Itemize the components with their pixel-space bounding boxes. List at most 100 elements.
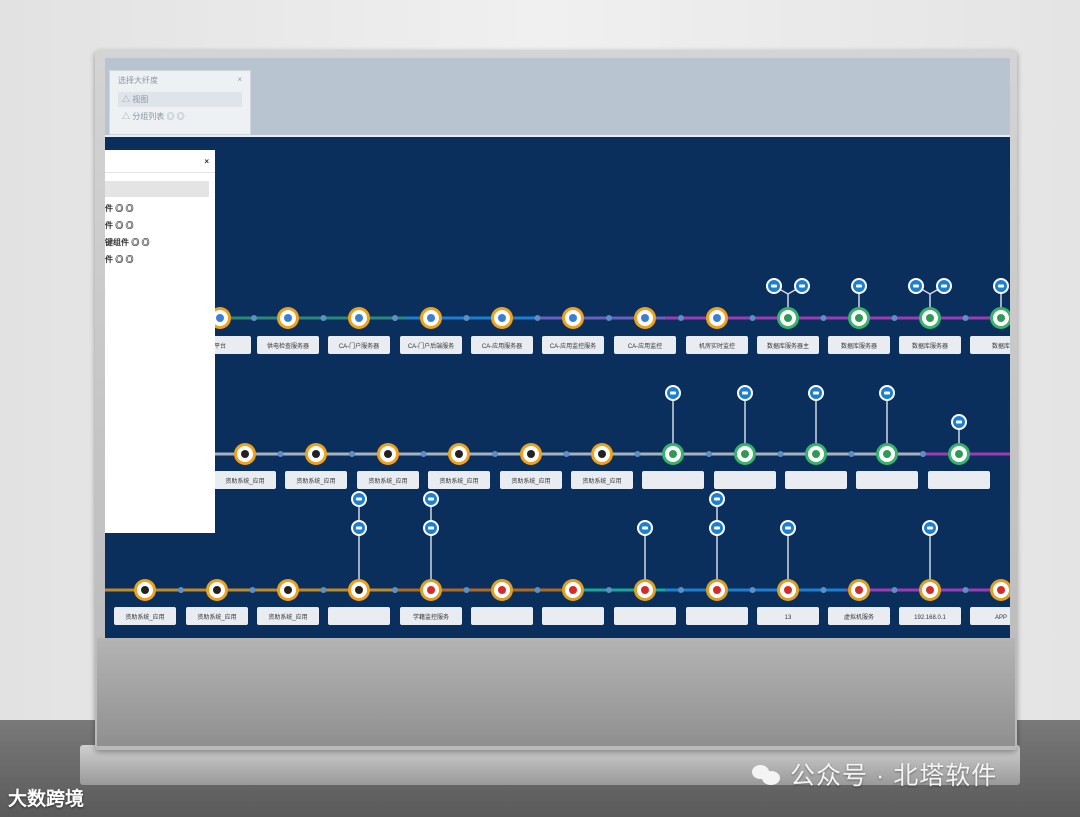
junction-dot [820,587,827,593]
node-label: 资助系统_应用 [197,613,236,621]
junction-dot [534,587,541,593]
junction-dot [492,451,498,457]
junction-dot [392,587,398,593]
device-icon [955,450,963,458]
leaf-node-icon [714,526,720,530]
device-icon [213,586,221,594]
node-label-box [614,607,676,625]
leaf-node-icon [742,391,748,395]
device-icon [926,314,934,322]
node-label-box [785,471,847,489]
topology-graph[interactable]: 平台 供电检查服务器 CA-门户服务器 CA-门户后端服务 CA-应用服务器 CA-应用监… [105,58,1010,638]
device-icon [855,314,863,322]
leaf-node-icon [356,497,362,501]
node-label: CA-门户后端服务 [408,342,454,350]
device-icon [713,586,721,594]
leaf-node-icon [884,391,890,395]
junction-dot [534,315,541,321]
junction-dot [777,451,784,457]
junction-dot [891,315,898,321]
topology-screen: 选择大纤度 × △ 视图 △ 分组列表 ◎ ◎ 平台 供电检查服务器 CA-门户服务… [105,58,1010,638]
node-label: CA-门户服务器 [339,342,379,350]
node-label: 数据库服务器 [841,342,877,350]
node-label: 资助系统_应用 [368,477,407,485]
node-label: 资助系统_应用 [511,477,550,485]
node-label-box [714,471,776,489]
node-label-box [471,607,533,625]
leaf-node-icon [428,497,434,501]
device-icon [713,314,721,322]
node-label-box [542,607,604,625]
node-label: 数据库服务器 [912,342,948,350]
device-icon [455,450,463,458]
leaf-node-icon [956,420,962,424]
leaf-node-icon [714,497,720,501]
node-label-box [928,471,990,489]
brand-watermark-text: 公众号 · 北塔软件 [790,762,998,790]
leaf-node-icon [813,391,819,395]
node-label: 数据库服务器主 [767,342,809,350]
node-label: 资助系统_应用 [268,613,307,621]
node-label: CA-应用服务器 [482,342,522,350]
junction-dot [749,315,756,321]
component-item[interactable]: 件 ◎ ◎ [105,220,215,231]
leaf-node-icon [856,284,862,288]
component-side-panel[interactable]: × 件 ◎ ◎ 件 ◎ ◎ 键组件 ◎ ◎ 件 ◎ ◎ [105,150,215,533]
leaf-node-icon [927,526,933,530]
junction-dot [606,315,612,321]
device-icon [241,450,249,458]
junction-dot [463,587,470,593]
wechat-icon [752,763,780,785]
junction-dot [962,587,969,593]
device-icon [812,450,820,458]
junction-dot [920,451,926,457]
junction-dot [392,315,398,321]
panel-search-bar[interactable] [105,181,209,197]
component-item[interactable]: 件 ◎ ◎ [105,203,215,214]
leaf-node-icon [771,284,777,288]
leaf-node-icon [642,526,648,530]
close-icon[interactable]: × [204,157,209,166]
source-watermark: 大数跨境 [8,789,85,810]
junction-dot [463,315,470,321]
component-item[interactable]: 键组件 ◎ ◎ [105,237,215,248]
node-label: 机房实时监控 [699,342,735,350]
device-icon [284,586,292,594]
junction-dot [606,587,612,593]
node-label: 供电检查服务器 [267,342,309,350]
leaf-node-icon [799,284,805,288]
junction-dot [420,451,427,457]
junction-dot [891,587,898,593]
node-label: 13 [785,615,792,621]
device-icon [741,450,749,458]
device-icon [569,586,577,594]
junction-dot [249,587,256,593]
component-item[interactable]: 件 ◎ ◎ [105,254,215,265]
device-icon [641,314,649,322]
junction-dot [820,315,827,321]
leaf-node-icon [913,284,919,288]
device-icon [427,586,435,594]
display-lower-bezel [97,638,1015,746]
device-icon [527,450,535,458]
junction-dot [178,587,184,593]
node-label-box [642,471,704,489]
junction-dot [320,587,327,593]
node-label: 资助系统_应用 [296,477,335,485]
device-icon [641,586,649,594]
device-icon [141,586,149,594]
device-icon [997,314,1005,322]
device-icon [355,314,363,322]
device-icon [284,314,292,322]
junction-dot [678,587,684,593]
node-label: 平台 [214,342,226,350]
brand-watermark: 公众号 · 北塔软件 [752,756,997,792]
device-icon [926,586,934,594]
junction-dot [749,587,756,593]
node-label-box [686,607,748,625]
junction-dot [251,315,257,321]
device-icon [384,450,392,458]
leaf-node-icon [428,526,434,530]
junction-dot [634,451,641,457]
leaf-node-icon [998,284,1004,288]
